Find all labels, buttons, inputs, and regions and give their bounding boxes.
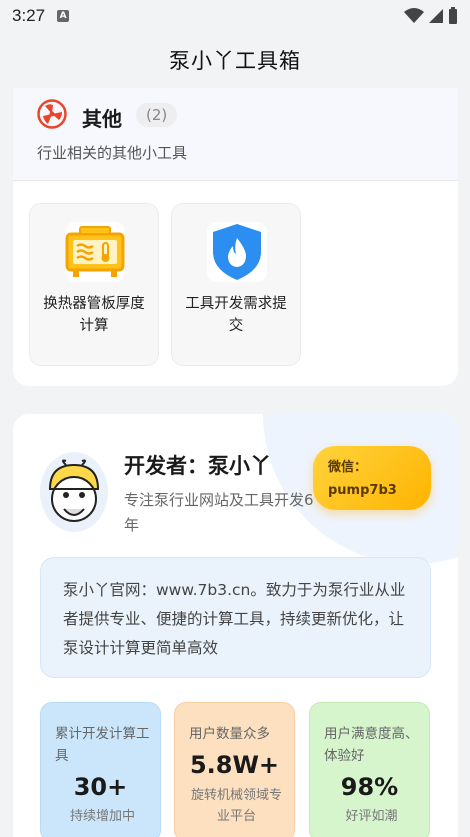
stat-sub: 好评如潮 — [345, 809, 398, 824]
category-title: 其他 — [82, 107, 122, 131]
fan-icon — [37, 99, 67, 129]
category-card: 其他 (2) 行业相关的其他小工具 换热器管板厚度计算 工具开发需求提交 — [13, 88, 458, 386]
tool-label: 换热器管板厚度计算 — [43, 296, 145, 334]
developer-card: 开发者：泵小丫 专注泵行业网站及工具开发6年 微信： pump7b3 泵小丫官网… — [13, 414, 458, 837]
developer-description: 专注泵行业网站及工具开发6年 — [124, 491, 314, 534]
heat-exchanger-icon — [65, 222, 125, 282]
stat-value: 98% — [340, 773, 399, 801]
category-header: 其他 (2) 行业相关的其他小工具 — [13, 88, 458, 181]
stat-sub: 持续增加中 — [69, 809, 135, 824]
stat-sub: 旋转机械领域专业平台 — [190, 788, 282, 824]
stat-value: 30+ — [73, 773, 128, 801]
stat-label: 用户数量众多 — [189, 726, 270, 742]
tool-heat-exchanger[interactable]: 换热器管板厚度计算 — [29, 203, 159, 366]
app-title-bar: 泵小丫工具箱 — [0, 32, 470, 88]
shield-flame-icon — [207, 222, 267, 282]
stat-card-users: 用户数量众多 5.8W+ 旋转机械领域专业平台 — [174, 702, 295, 837]
category-description: 行业相关的其他小工具 — [37, 144, 188, 162]
page-title: 泵小丫工具箱 — [169, 49, 301, 73]
stat-label: 用户满意度高、体验好 — [324, 726, 419, 764]
status-bar: 3:27 A — [0, 0, 470, 32]
notification-icon: A — [57, 10, 70, 22]
stat-card-tools: 累计开发计算工具 30+ 持续增加中 — [40, 702, 161, 837]
signal-icon — [429, 9, 443, 23]
wifi-icon — [404, 8, 424, 23]
stat-card-satisfaction: 用户满意度高、体验好 98% 好评如潮 — [309, 702, 430, 837]
intro-box: 泵小丫官网：www.7b3.cn。致力于为泵行业从业者提供专业、便捷的计算工具，… — [40, 557, 431, 678]
tool-feature-request[interactable]: 工具开发需求提交 — [171, 203, 301, 366]
wechat-id: pump7b3 — [328, 483, 397, 498]
status-time: 3:27 — [12, 6, 46, 25]
developer-name: 开发者：泵小丫 — [124, 454, 271, 478]
wechat-label: 微信： — [328, 460, 368, 475]
stat-value: 5.8W+ — [189, 751, 280, 779]
stat-label: 累计开发计算工具 — [55, 726, 150, 764]
wechat-button[interactable]: 微信： pump7b3 — [313, 446, 431, 510]
avatar — [40, 452, 108, 532]
status-icons — [404, 7, 458, 25]
tool-label: 工具开发需求提交 — [185, 296, 287, 334]
category-count-badge: (2) — [136, 103, 178, 127]
battery-icon — [449, 7, 457, 24]
